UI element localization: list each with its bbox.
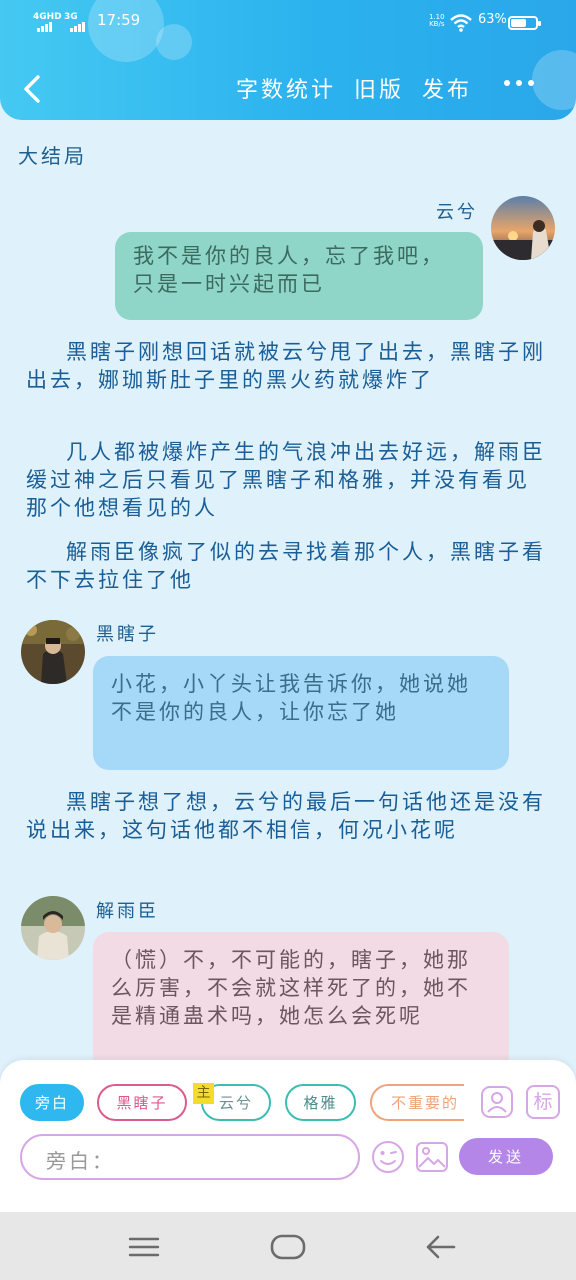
input-placeholder: 旁白： [46,1149,115,1173]
network-type-secondary: 3G [64,12,78,22]
message-bubble-yunxi: 我不是你的良人，忘了我吧，只是一时兴起而已 [115,232,483,320]
avatar[interactable] [21,620,85,684]
home-icon[interactable] [270,1233,306,1261]
message-input[interactable]: 旁白： [20,1134,360,1180]
composer-panel: 旁白 黑瞎子 云兮 格雅 不重要的 主 标 旁白： 发送 [0,1060,576,1212]
person-icon[interactable] [480,1085,514,1119]
clock: 17:59 [97,11,141,29]
top-bar: 4GHD 3G 17:59 1.10 KB/s 63% 字数统计 旧版 发布 [0,0,576,120]
old-version-button[interactable]: 旧版 [354,72,404,104]
network-type: 4GHD [33,12,62,22]
speed-unit: KB/s [429,20,445,28]
narration-text: 几人都被爆炸产生的气浪冲出去好远，解雨臣缓过神之后只看见了黑瞎子和格雅，并没有看… [26,440,546,520]
menu-icon[interactable] [128,1236,160,1258]
narration-text: 黑瞎子想了想，云兮的最后一句话他还是没有说出来，这句话他都不相信，何况小花呢 [26,790,546,842]
back-button[interactable] [16,72,50,106]
role-minor-chip[interactable]: 不重要的 [370,1084,464,1121]
image-icon[interactable] [415,1140,449,1174]
word-count-button[interactable]: 字数统计 [236,72,336,104]
status-bar: 4GHD 3G 17:59 1.10 KB/s 63% [0,8,576,36]
battery-icon [508,16,541,30]
chapter-title: 大结局 [18,144,87,168]
network-speed: 1.10 KB/s [429,14,445,28]
system-nav-bar [0,1212,576,1280]
main-character-badge: 主 [193,1083,214,1104]
role-narrator-chip[interactable]: 旁白 [20,1084,84,1121]
battery-percent: 63% [478,12,507,27]
back-arrow-icon[interactable] [424,1234,458,1260]
role-selector: 旁白 黑瞎子 云兮 格雅 不重要的 [20,1084,464,1124]
speaker-name: 黑瞎子 [96,624,159,645]
speaker-name: 解雨臣 [96,901,159,922]
message-bubble-xieyuchen: （慌）不，不可能的，瞎子，她那么厉害，不会就这样死了的，她不是精通蛊术吗，她怎么… [93,932,509,1072]
narration-text: 黑瞎子刚想回话就被云兮甩了出去，黑瞎子刚出去，娜珈斯肚子里的黑火药就爆炸了 [26,340,546,392]
wifi-icon [450,14,472,32]
avatar[interactable] [491,196,555,260]
signal-icon [70,22,85,32]
more-dots-icon[interactable] [504,80,534,86]
message-bubble-heixiazi: 小花，小丫头让我告诉你，她说她不是你的良人，让你忘了她 [93,656,509,770]
tag-icon[interactable]: 标 [526,1085,560,1119]
publish-button[interactable]: 发布 [422,72,472,104]
role-geya-chip[interactable]: 格雅 [285,1084,356,1121]
decor-bubble [532,50,576,110]
avatar[interactable] [21,896,85,960]
emoji-icon[interactable] [371,1140,405,1174]
role-heixiazi-chip[interactable]: 黑瞎子 [97,1084,187,1121]
narration-text: 解雨臣像疯了似的去寻找着那个人，黑瞎子看不下去拉住了他 [26,540,546,592]
signal-icon [37,22,52,32]
battery-level [511,19,527,27]
send-button[interactable]: 发送 [459,1138,553,1175]
speaker-name: 云兮 [436,202,478,223]
header-actions: 字数统计 旧版 发布 [236,72,472,104]
